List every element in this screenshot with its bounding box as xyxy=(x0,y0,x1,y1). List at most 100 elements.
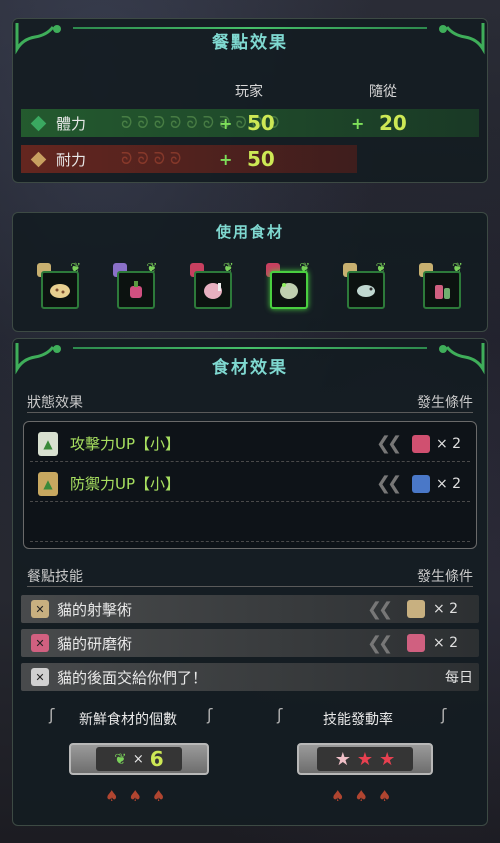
attack-up-label: 攻擊力UP【小】 xyxy=(70,435,181,453)
ingredient-slot[interactable]: ❦ xyxy=(342,261,387,311)
chevron-left-icon: ❮❮ xyxy=(367,632,393,654)
activation-plate: ★ ★ ★ xyxy=(297,743,433,775)
star-icon: ★ xyxy=(379,748,396,770)
stamina-diamond-icon xyxy=(30,151,47,167)
corner-ornament-icon xyxy=(439,343,485,375)
column-player: 玩家 xyxy=(235,84,263,100)
ingredient-slot[interactable]: ❦ xyxy=(189,261,234,311)
food-effects-header: 食材效果 xyxy=(13,339,487,391)
cat-skill-icon: ✕ xyxy=(31,668,49,686)
meal-effects-title: 餐點效果 xyxy=(212,32,288,53)
ingredient-slot[interactable]: ❦ xyxy=(418,261,463,311)
status-effects-label: 狀態效果 xyxy=(27,394,83,411)
meat-icon xyxy=(280,283,299,299)
skill-daily-condition: 每日 xyxy=(445,670,473,686)
paw-icon: ♠ xyxy=(105,787,119,805)
attack-up-icon: ▲ xyxy=(38,431,58,456)
ingredient-slot[interactable]: ❦ xyxy=(37,261,81,311)
cat-skill-icon: ✕ xyxy=(31,600,49,618)
health-companion-value: 20 xyxy=(379,111,407,135)
health-diamond-icon xyxy=(30,115,47,131)
paw-icon: ♠ xyxy=(354,787,368,805)
food-effects-title: 食材效果 xyxy=(212,357,288,378)
skill-sharpening-label: 貓的研磨術 xyxy=(57,634,133,653)
grain-requirement-icon xyxy=(407,600,425,618)
status-effects-box: ▲ 攻擊力UP【小】 ❮❮ × 2 ▲ 防禦力UP【小】 ❮❮ × 2 xyxy=(23,421,477,549)
skill-row-shooting[interactable]: ✕ 貓的射擊術 ❮❮ × 2 xyxy=(21,595,479,623)
skill-row-sharpening[interactable]: ✕ 貓的研磨術 ❮❮ × 2 xyxy=(21,629,479,657)
food-effects-panel: 食材效果 狀態效果 發生條件 ▲ 攻擊力UP【小】 ❮❮ × 2 ▲ 防禦力UP… xyxy=(12,338,488,826)
attack-up-count: × 2 xyxy=(436,435,462,452)
fish-requirement-icon xyxy=(412,474,430,493)
paw-icon: ♠ xyxy=(377,787,392,805)
ingredient-slot[interactable]: ❦ xyxy=(266,261,310,311)
meat-requirement-icon xyxy=(412,434,430,453)
star-icon: ★ xyxy=(334,748,351,770)
status-row-empty xyxy=(30,506,470,542)
health-label: 體力 xyxy=(56,114,87,133)
scroll-ornament-icon: ʃ xyxy=(49,705,55,724)
paw-icon: ♠ xyxy=(151,787,166,805)
header-ornament-line xyxy=(73,27,427,29)
skill-shooting-count: × 2 xyxy=(433,601,459,617)
fish-icon xyxy=(356,285,375,297)
skill-condition-label: 發生條件 xyxy=(417,568,473,585)
corner-ornament-icon xyxy=(15,23,61,55)
status-row-defense[interactable]: ▲ 防禦力UP【小】 ❮❮ × 2 xyxy=(30,466,470,502)
status-row-attack[interactable]: ▲ 攻擊力UP【小】 ❮❮ × 2 xyxy=(30,426,470,462)
ingredients-panel: 使用食材 ❦ ❦ ❦ ❦ ❦ ❦ xyxy=(12,212,488,332)
status-effects-subheader: 狀態效果 發生條件 xyxy=(27,391,473,413)
defense-up-icon: ▲ xyxy=(38,471,58,496)
stamina-row: 耐力 ᘐ ᘐ ᘐ ᘐ + 50 xyxy=(21,145,357,173)
activation-title: 技能發動率 xyxy=(323,712,393,728)
freshness-value: 6 xyxy=(149,747,164,771)
column-companion: 隨從 xyxy=(369,84,397,100)
health-player-sign: + xyxy=(219,113,233,133)
cat-skill-icon: ✕ xyxy=(31,634,49,652)
paw-icon: ♠ xyxy=(331,787,345,805)
health-player-value: 50 xyxy=(247,111,275,135)
meal-skills-label: 餐點技能 xyxy=(27,568,83,585)
ingredient-slot[interactable]: ❦ xyxy=(113,261,157,311)
chevron-left-icon: ❮❮ xyxy=(367,598,393,620)
corner-ornament-icon xyxy=(439,23,485,55)
scroll-ornament-icon: ʃ xyxy=(277,705,283,724)
paw-decoration: ♠ ♠ ♠ xyxy=(331,787,391,805)
ingredient-list: ❦ ❦ ❦ ❦ ❦ ❦ xyxy=(37,261,463,311)
meat-requirement-icon xyxy=(407,634,425,652)
defense-up-count: × 2 xyxy=(436,475,462,492)
vegetable-icon xyxy=(130,281,143,298)
star-icon: ★ xyxy=(356,748,374,770)
meat-icon xyxy=(203,283,222,299)
scroll-ornament-icon: ʃ xyxy=(441,705,447,724)
freshness-mult: × xyxy=(132,751,144,767)
status-condition-label: 發生條件 xyxy=(417,394,473,411)
skill-row-daily[interactable]: ✕ 貓的後面交給你們了！ 每日 xyxy=(21,663,479,691)
skill-shooting-label: 貓的射擊術 xyxy=(57,600,133,619)
chevron-left-icon: ❮❮ xyxy=(376,473,402,494)
meal-effects-panel: 餐點效果 玩家 隨從 體力 ᘐ ᘐ ᘐ ᘐ ᘐ ᘐ ᘐ ᘐ ᘐ ᘐ + 50 +… xyxy=(12,18,488,183)
skill-sharpening-count: × 2 xyxy=(433,635,459,651)
meal-effects-header: 餐點效果 xyxy=(13,19,487,61)
health-row: 體力 ᘐ ᘐ ᘐ ᘐ ᘐ ᘐ ᘐ ᘐ ᘐ ᘐ + 50 + 20 xyxy=(21,109,479,137)
health-companion-sign: + xyxy=(351,113,365,133)
chevron-left-icon: ❮❮ xyxy=(376,433,402,454)
corner-ornament-icon xyxy=(15,343,61,375)
bread-icon xyxy=(50,284,70,298)
stamina-player-sign: + xyxy=(219,149,233,169)
freshness-title: 新鮮食材的個數 xyxy=(79,712,177,728)
fresh-leaf-icon: ❦ xyxy=(114,750,127,768)
header-ornament-line xyxy=(73,347,427,349)
scroll-ornament-icon: ʃ xyxy=(207,705,213,724)
ingredients-title: 使用食材 xyxy=(215,222,284,241)
stamina-label: 耐力 xyxy=(56,150,87,169)
paw-decoration: ♠ ♠ ♠ xyxy=(105,787,165,805)
paw-icon: ♠ xyxy=(128,787,142,805)
freshness-plate: ❦ × 6 xyxy=(69,743,209,775)
drink-icon xyxy=(434,285,450,299)
swirl-icon: ᘐ ᘐ ᘐ ᘐ xyxy=(121,149,182,168)
skill-daily-label: 貓的後面交給你們了！ xyxy=(57,668,208,687)
stamina-player-value: 50 xyxy=(247,147,275,171)
defense-up-label: 防禦力UP【小】 xyxy=(70,475,181,493)
ingredients-header: 使用食材 xyxy=(13,213,487,249)
